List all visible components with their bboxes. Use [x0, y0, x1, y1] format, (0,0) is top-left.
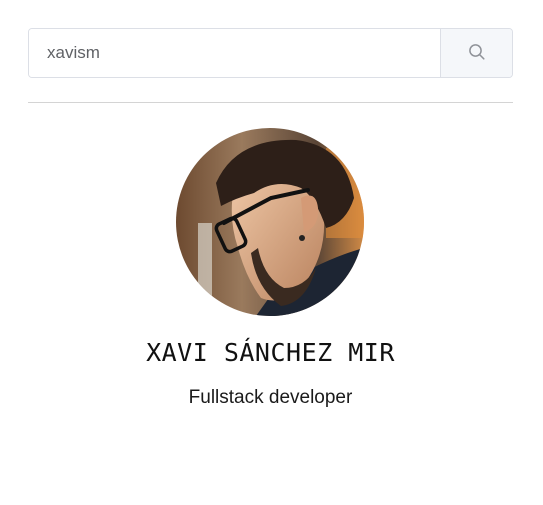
search-input[interactable]: [29, 29, 440, 77]
search-bar: [28, 28, 513, 78]
divider: [28, 102, 513, 103]
search-button[interactable]: [440, 29, 512, 77]
page: XAVI SÁNCHEZ MIR Fullstack developer: [0, 0, 543, 505]
profile-name: XAVI SÁNCHEZ MIR: [146, 338, 395, 367]
profile-role: Fullstack developer: [188, 387, 353, 408]
avatar: [176, 128, 364, 316]
search-icon: [468, 43, 486, 64]
